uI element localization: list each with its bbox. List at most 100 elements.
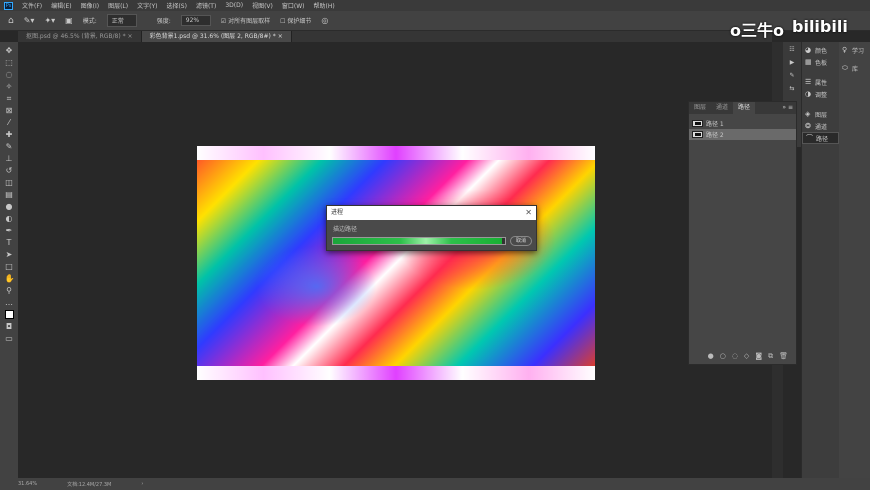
channels-icon: ❂ <box>805 121 811 130</box>
dodge-icon[interactable]: ◐ <box>5 214 14 223</box>
close-icon[interactable]: × <box>128 33 133 40</box>
brush-tool-icon[interactable]: ✎ <box>5 142 14 151</box>
hand-tool-icon[interactable]: ✋ <box>5 274 15 283</box>
pressure-icon[interactable]: ◎ <box>321 16 328 25</box>
menu-3d[interactable]: 3D(D) <box>225 2 243 9</box>
more-tools-icon[interactable]: … <box>5 298 14 307</box>
panel-menu-icon[interactable]: » ≡ <box>782 102 796 114</box>
swatches-icon: ▦ <box>805 57 812 66</box>
path-row-2[interactable]: 路径 2 <box>689 129 796 140</box>
tab-channels[interactable]: 通道 <box>711 102 733 114</box>
menu-select[interactable]: 选择(S) <box>166 1 187 10</box>
make-path-icon[interactable]: ◇ <box>744 352 749 361</box>
panel-label: 库 <box>852 65 859 73</box>
brush-panel-icon[interactable]: ✎ <box>789 72 794 79</box>
history-icon[interactable]: ☷ <box>789 46 794 53</box>
menu-window[interactable]: 窗口(W) <box>282 1 305 10</box>
menu-file[interactable]: 文件(F) <box>22 1 42 10</box>
sample-all-label: 对所有图层取样 <box>228 18 271 25</box>
menu-edit[interactable]: 编辑(E) <box>51 1 71 10</box>
panel-channels[interactable]: ❂ 通道 <box>802 120 839 132</box>
libraries-icon: ⬭ <box>842 63 848 72</box>
mode-select[interactable]: 正常 <box>106 14 137 27</box>
panel-learn[interactable]: ♀ 学习 <box>839 44 870 56</box>
tab-paths[interactable]: 路径 <box>733 102 756 114</box>
close-icon[interactable]: × <box>278 33 283 40</box>
healing-brush-icon[interactable]: ✚ <box>5 130 14 139</box>
panel-color[interactable]: ◕ 颜色 <box>802 44 839 56</box>
quick-mask-icon[interactable]: ◘ <box>5 322 14 331</box>
panel-adjustments[interactable]: ◑ 调整 <box>802 88 839 100</box>
menu-help[interactable]: 帮助(H) <box>314 1 335 10</box>
rectangle-icon[interactable]: □ <box>5 262 14 271</box>
actions-play-icon[interactable]: ▶ <box>790 59 795 66</box>
type-tool-icon[interactable]: T <box>5 238 14 247</box>
menu-image[interactable]: 图像(I) <box>81 1 99 10</box>
marquee-tool-icon[interactable]: ⬚ <box>5 58 14 67</box>
home-icon[interactable]: ⌂ <box>8 16 14 26</box>
tab-document-2[interactable]: 彩色背景1.psd @ 31.6% (图层 2, RGB/8#) * × <box>141 31 292 42</box>
swap-icon[interactable]: ⇆ <box>789 85 794 92</box>
panel-label: 图层 <box>815 111 828 119</box>
cancel-button[interactable]: 取消 <box>510 236 532 246</box>
panel-swatches[interactable]: ▦ 色板 <box>802 56 839 68</box>
dialog-title: 进程 <box>331 209 344 216</box>
menu-layer[interactable]: 图层(L) <box>108 1 128 10</box>
panel-libraries[interactable]: ⬭ 库 <box>839 62 870 74</box>
magic-wand-icon[interactable]: ✧ <box>5 82 14 91</box>
right-panel-dock-2: ♀ 学习 ⬭ 库 <box>839 42 870 478</box>
zoom-tool-icon[interactable]: ⚲ <box>5 286 14 295</box>
photoshop-logo: Ps <box>4 1 13 10</box>
panel-paths[interactable]: ⌒ 路径 <box>802 132 839 144</box>
adjustments-icon: ◑ <box>805 89 812 98</box>
zoom-level[interactable]: 31.64% <box>18 481 37 487</box>
panel-layers[interactable]: ◈ 图层 <box>802 108 839 120</box>
eraser-icon[interactable]: ◫ <box>5 178 14 187</box>
document-tabs: 抠图.psd @ 46.5% (背景, RGB/8) * × 彩色背景1.psd… <box>18 31 772 42</box>
brush-preset-icon[interactable]: ✎▾ <box>24 16 35 25</box>
stamp-tool-icon[interactable]: ⊥ <box>5 154 14 163</box>
paths-icon: ⌒ <box>806 133 813 142</box>
menu-filter[interactable]: 滤镜(T) <box>196 1 216 10</box>
close-icon[interactable]: ✕ <box>525 206 532 220</box>
tab-layers[interactable]: 图层 <box>689 102 711 114</box>
protect-detail-checkbox[interactable]: ☐ 保护细节 <box>280 16 311 25</box>
panel-properties[interactable]: ☰ 属性 <box>802 76 839 88</box>
new-path-icon[interactable]: ⧉ <box>768 352 773 361</box>
path-row-1[interactable]: 路径 1 <box>689 118 796 129</box>
gradient-icon[interactable]: ▤ <box>5 190 14 199</box>
move-tool-icon[interactable]: ✥ <box>5 46 14 55</box>
screen-mode-icon[interactable]: ▭ <box>5 334 14 343</box>
stroke-path-icon[interactable]: ○ <box>720 352 726 361</box>
brush-settings-icon[interactable]: ▣ <box>65 16 73 25</box>
progress-dialog: 进程 ✕ 描边路径 取消 <box>326 205 537 251</box>
right-panel-dock: ◕ 颜色 ▦ 色板 ☰ 属性 ◑ 调整 ◈ 图层 ❂ 通道 ⌒ 路径 <box>801 42 839 478</box>
opacity-input[interactable]: 92% <box>180 15 211 26</box>
menu-bar: Ps 文件(F) 编辑(E) 图像(I) 图层(L) 文字(Y) 选择(S) 滤… <box>0 0 870 11</box>
tab-document-1[interactable]: 抠图.psd @ 46.5% (背景, RGB/8) * × <box>18 31 142 42</box>
delete-icon[interactable]: 🗑 <box>779 352 788 361</box>
lasso-tool-icon[interactable]: ◌ <box>5 70 14 79</box>
crop-tool-icon[interactable]: ⌗ <box>5 94 14 103</box>
mode-label: 模式: <box>82 18 97 25</box>
color-swatches-icon[interactable] <box>4 310 14 319</box>
load-selection-icon[interactable]: ◌ <box>732 352 738 361</box>
document-canvas[interactable] <box>197 146 595 380</box>
tab-label: 抠图.psd @ 46.5% (背景, RGB/8) * <box>26 33 126 40</box>
eyedropper-icon[interactable]: ⁄ <box>5 118 14 127</box>
add-mask-icon[interactable]: ◙ <box>755 352 762 361</box>
brush-size-icon[interactable]: ✦▾ <box>44 16 55 25</box>
menu-type[interactable]: 文字(Y) <box>137 1 157 10</box>
sample-all-checkbox[interactable]: ☑ 对所有图层取样 <box>221 16 270 25</box>
menu-view[interactable]: 视图(V) <box>252 1 273 10</box>
path-select-icon[interactable]: ➤ <box>5 250 14 259</box>
blur-icon[interactable]: ● <box>5 202 14 211</box>
status-arrow-icon[interactable]: › <box>141 481 143 487</box>
frame-tool-icon[interactable]: ⊠ <box>5 106 14 115</box>
status-bar: 31.64% 文档:12.4M/27.3M › <box>0 478 870 490</box>
fill-path-icon[interactable]: ● <box>708 352 714 361</box>
color-icon: ◕ <box>805 45 812 54</box>
history-brush-icon[interactable]: ↺ <box>5 166 14 175</box>
panel-label: 路径 <box>816 135 829 143</box>
pen-tool-icon[interactable]: ✒ <box>5 226 14 235</box>
